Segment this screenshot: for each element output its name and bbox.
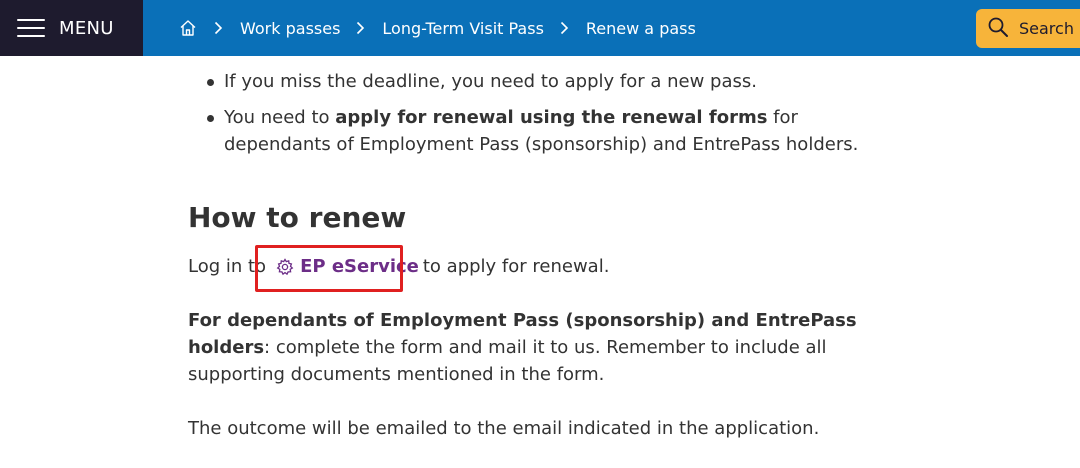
login-prefix: Log in to bbox=[188, 256, 267, 277]
search-icon bbox=[987, 16, 1009, 42]
ep-eservice-link[interactable]: EP eService bbox=[276, 254, 419, 280]
breadcrumb: Work passes Long-Term Visit Pass Renew a… bbox=[178, 0, 696, 56]
breadcrumb-work-passes[interactable]: Work passes bbox=[240, 19, 340, 38]
chevron-right-icon bbox=[560, 21, 570, 35]
dependants-paragraph: For dependants of Employment Pass (spons… bbox=[188, 307, 908, 388]
chevron-right-icon bbox=[214, 21, 224, 35]
chevron-right-icon bbox=[356, 21, 366, 35]
outcome-paragraph: The outcome will be emailed to the email… bbox=[188, 418, 820, 439]
top-navigation-bar: MENU Work passes Long-Term Visit Pass Re… bbox=[0, 0, 1080, 56]
login-suffix: to apply for renewal. bbox=[422, 256, 610, 277]
home-icon[interactable] bbox=[178, 18, 198, 38]
list-item: You need to apply for renewal using the … bbox=[188, 104, 908, 158]
requirements-list: If you miss the deadline, you need to ap… bbox=[188, 68, 908, 167]
login-instruction: Log in to EP eService to apply for renew… bbox=[188, 254, 609, 280]
breadcrumb-long-term-visit-pass[interactable]: Long-Term Visit Pass bbox=[382, 19, 543, 38]
list-item-text: You need to bbox=[224, 107, 336, 128]
list-item-bold-text: apply for renewal using the renewal form… bbox=[335, 107, 768, 128]
ep-eservice-label: EP eService bbox=[300, 256, 419, 277]
menu-label: MENU bbox=[59, 17, 114, 39]
search-label: Search bbox=[1019, 19, 1074, 38]
search-button[interactable]: Search bbox=[976, 9, 1080, 48]
list-item: If you miss the deadline, you need to ap… bbox=[188, 68, 908, 95]
hamburger-icon bbox=[17, 19, 45, 37]
breadcrumb-renew-a-pass[interactable]: Renew a pass bbox=[586, 19, 696, 38]
list-item-text: If you miss the deadline, you need to ap… bbox=[224, 71, 757, 92]
section-title: How to renew bbox=[188, 201, 407, 234]
menu-button[interactable]: MENU bbox=[0, 0, 143, 56]
dependants-text: : complete the form and mail it to us. R… bbox=[188, 337, 827, 385]
gear-icon bbox=[276, 258, 300, 276]
